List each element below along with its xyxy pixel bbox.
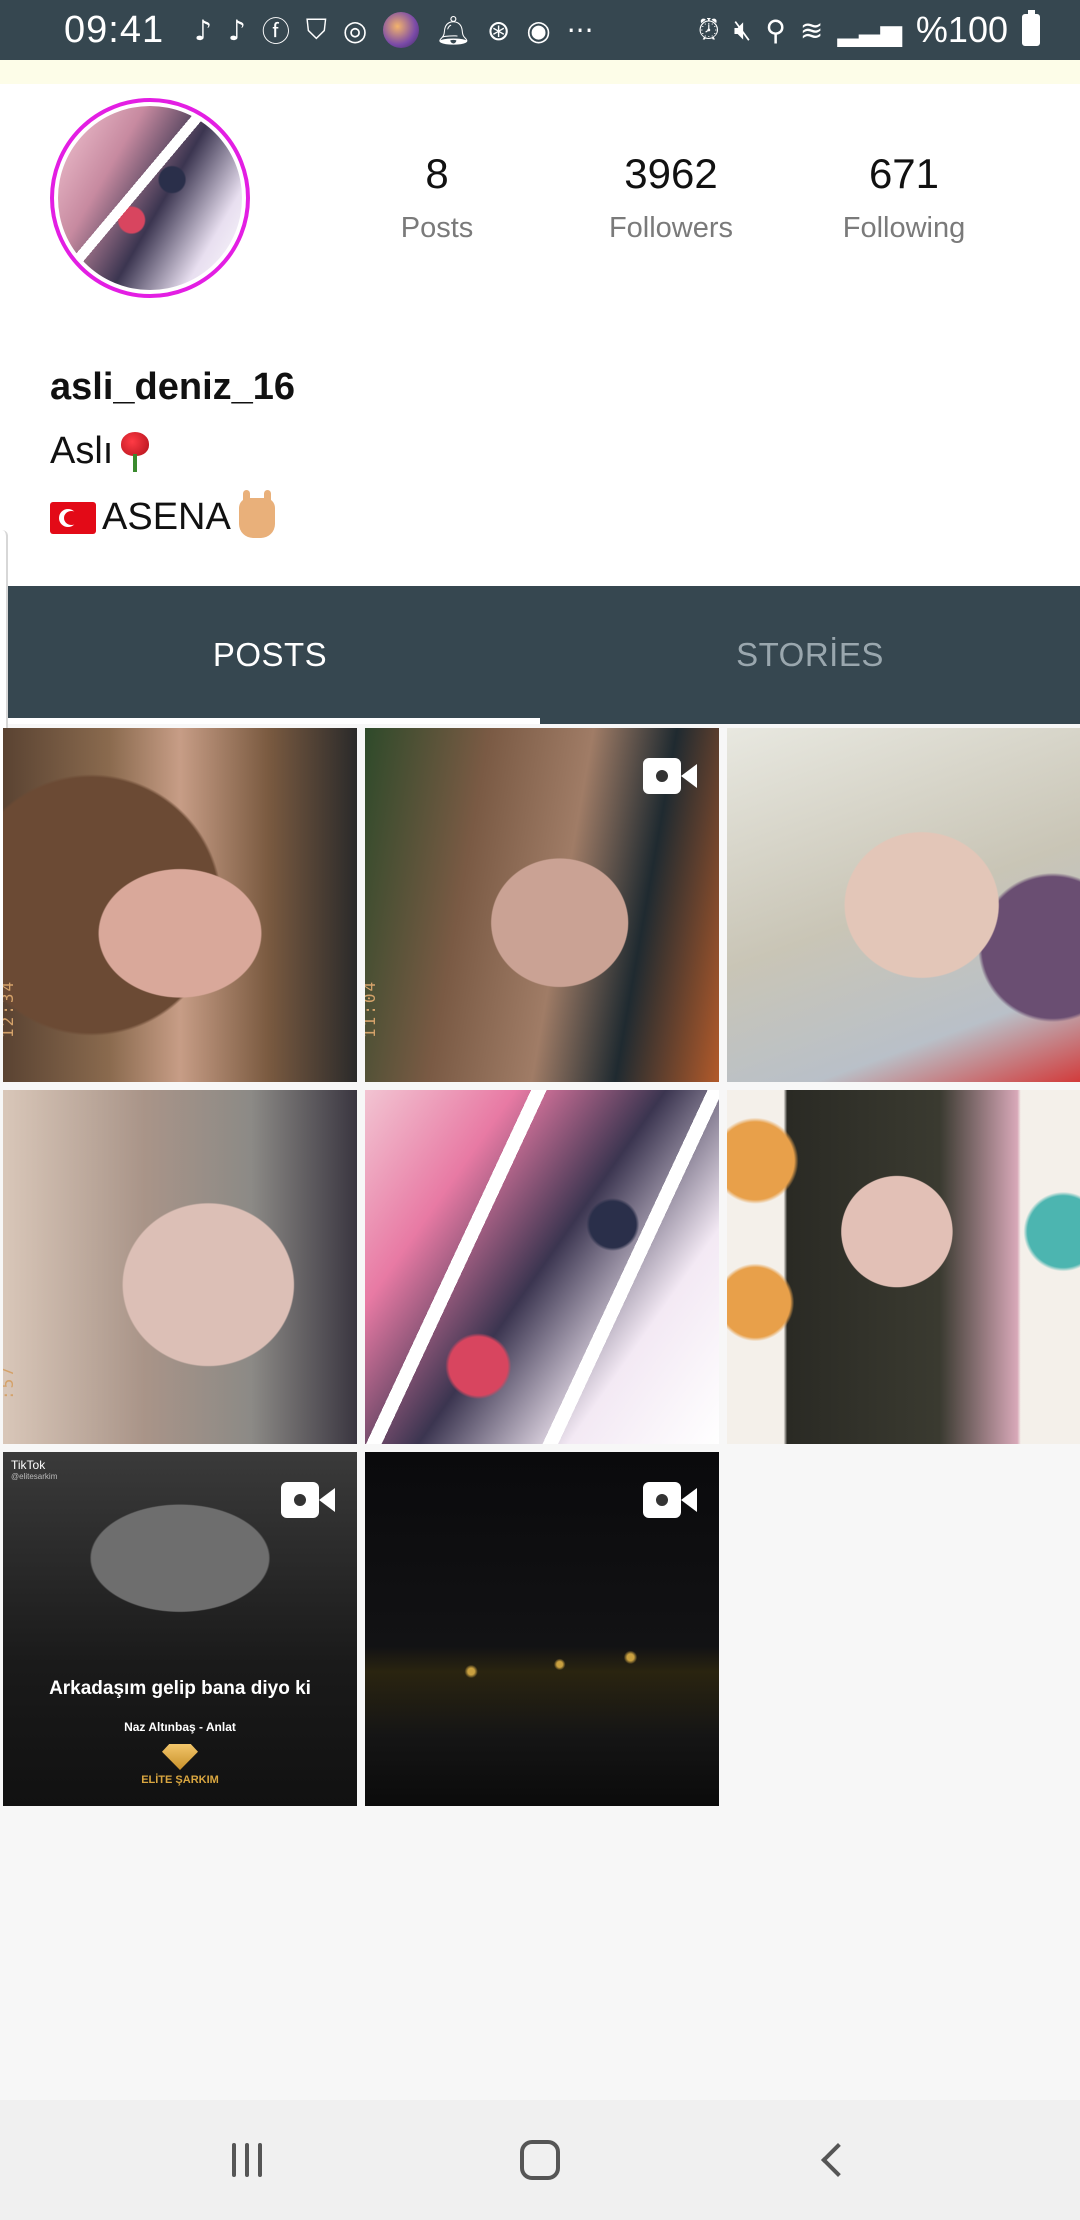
recents-icon <box>231 2143 262 2177</box>
video-caption: Arkadaşım gelip bana diyo ki <box>49 1678 311 1699</box>
tab-posts[interactable]: POSTS <box>0 586 540 724</box>
alarm-icon: ⏰︎ <box>697 13 720 46</box>
status-bar: 09:41 ♪ ♪ ⓕ ⛉ ◎ 🔔︎ ⊛ ◉ ··· ⏰︎ 🔇︎ ⚲ ≋ ▂▃▅… <box>0 0 1080 60</box>
more-icon: ··· <box>566 13 594 47</box>
following-count: 671 <box>868 150 940 197</box>
recents-button[interactable] <box>187 2120 307 2200</box>
tiktok-icon: ♪ <box>227 13 246 47</box>
followers-count: 3962 <box>624 150 718 197</box>
avatar[interactable] <box>50 98 250 298</box>
post-tile[interactable] <box>365 1090 719 1444</box>
photo-timestamp: 12:34 <box>3 979 17 1038</box>
video-brand: ELİTE ŞARKIM <box>141 1774 219 1786</box>
battery-icon <box>1022 10 1040 46</box>
system-nav-bar <box>0 2100 1080 2220</box>
turkey-flag-icon <box>50 501 96 534</box>
username: asli_deniz_16 <box>50 366 296 408</box>
video-camera-icon <box>643 758 697 794</box>
post-tile[interactable]: 12:34 <box>3 728 357 1082</box>
post-tile[interactable] <box>727 1090 1080 1444</box>
diamond-icon <box>162 1744 198 1770</box>
following-label: Following <box>842 212 966 244</box>
battery-percent: %100 <box>915 9 1008 50</box>
tiktok-handle: @elitesarkim <box>11 1472 58 1481</box>
bio-line-1: Aslı <box>50 430 151 473</box>
instagram-icon: ◎ <box>342 13 368 47</box>
tiktok-watermark: TikTok <box>11 1458 46 1472</box>
posts-stat[interactable]: 8 Posts <box>337 150 537 245</box>
home-button[interactable] <box>480 2120 600 2200</box>
bio-line-2: ASENA <box>50 489 275 539</box>
tab-stories[interactable]: STORİES <box>540 586 1080 724</box>
system-icons: ⏰︎ 🔇︎ ⚲ ≋ ▂▃▅ %100 <box>698 9 1040 51</box>
bell-icon: 🔔︎ <box>435 13 471 47</box>
bio-name: Aslı <box>50 430 114 472</box>
post-tile[interactable]: 11:04 <box>365 728 719 1082</box>
app-icon: ⊛ <box>486 13 511 47</box>
avatar-icon <box>383 12 420 48</box>
location-icon: ⚲ <box>765 13 786 47</box>
profile-tabs: POSTS STORİES <box>0 586 1080 724</box>
wifi-icon: ≋ <box>799 13 824 47</box>
app-icon: ⛉ <box>305 13 327 46</box>
facebook-icon: ⓕ <box>261 15 290 48</box>
post-tile[interactable]: :57 <box>3 1090 357 1444</box>
profile-header: 8 Posts 3962 Followers 671 Following asl… <box>0 84 1080 586</box>
post-tile[interactable] <box>727 728 1080 1082</box>
back-icon <box>821 2143 856 2177</box>
following-stat[interactable]: 671 Following <box>804 150 1004 245</box>
avatar-image <box>58 106 242 290</box>
photo-timestamp: 11:04 <box>365 979 379 1038</box>
post-tile[interactable] <box>365 1452 719 1806</box>
followers-label: Followers <box>608 212 734 244</box>
home-icon <box>519 2140 560 2180</box>
photo-timestamp: :57 <box>3 1365 17 1400</box>
video-camera-icon <box>643 1482 697 1518</box>
posts-count: 8 <box>425 150 449 197</box>
posts-label: Posts <box>400 212 474 244</box>
app-icon: ◉ <box>526 13 551 47</box>
video-subcaption: Naz Altınbaş - Anlat <box>124 1720 236 1734</box>
notification-icons: ♪ ♪ ⓕ ⛉ ◎ 🔔︎ ⊛ ◉ ··· <box>194 10 593 50</box>
signal-icon: ▂▃▅ <box>837 13 902 47</box>
rose-icon <box>117 431 151 472</box>
bio-text: ASENA <box>102 496 231 538</box>
tiktok-icon: ♪ <box>194 13 212 47</box>
status-time: 09:41 <box>64 8 165 51</box>
top-strip <box>0 60 1080 84</box>
back-button[interactable] <box>773 2120 893 2200</box>
mute-icon: 🔇︎ <box>733 13 752 46</box>
post-tile[interactable]: TikTok @elitesarkim Arkadaşım gelip bana… <box>3 1452 357 1806</box>
rock-hand-icon <box>238 489 275 538</box>
video-camera-icon <box>281 1482 335 1518</box>
followers-stat[interactable]: 3962 Followers <box>571 150 771 245</box>
